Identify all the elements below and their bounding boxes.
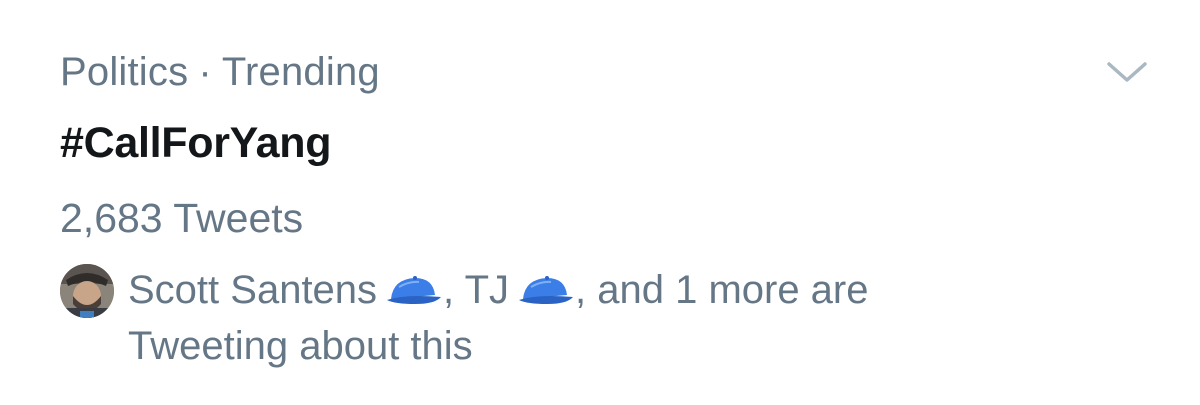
trend-category: Politics [60,50,189,94]
trend-status: Trending [221,50,380,94]
social-user-2: TJ [464,268,509,312]
blue-cap-icon [519,276,573,304]
tweet-count: 2,683 Tweets [60,195,304,241]
avatar[interactable] [60,264,114,318]
chevron-down-icon[interactable] [1105,58,1149,86]
social-tweeting-text: Tweeting about this [128,324,473,368]
blue-cap-icon [387,276,442,304]
social-more-text: , and 1 more are [575,268,869,312]
social-user-1: Scott Santens [128,268,378,312]
context-separator: · [198,50,212,94]
trend-hashtag[interactable]: #CallForYang [60,117,332,169]
trend-card[interactable]: Politics · Trending #CallForYang 2,683 Twe… [0,0,1200,405]
social-separator: , [443,268,455,312]
trend-context: Politics · Trending [60,48,380,96]
social-context: Scott Santens , TJ , and 1 more are Twee… [60,262,1100,372]
